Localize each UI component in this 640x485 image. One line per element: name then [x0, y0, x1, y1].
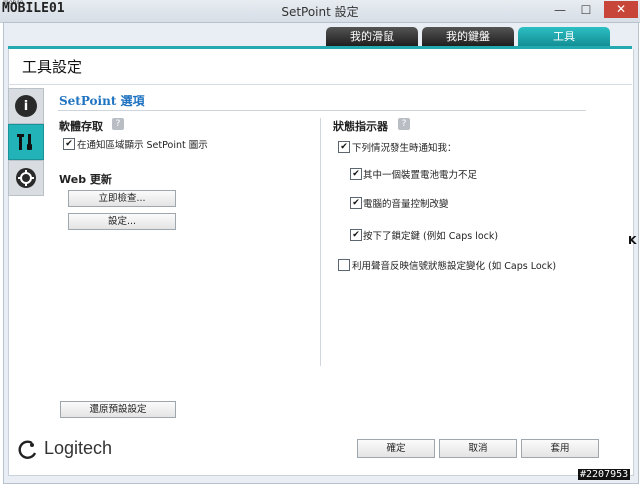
tools-icon: [17, 134, 32, 150]
logitech-logo-icon: [18, 440, 37, 459]
cancel-button[interactable]: 取消: [439, 439, 517, 458]
watermark-id: #2207953: [578, 469, 631, 480]
tab-my-mouse[interactable]: 我的滑鼠: [326, 27, 418, 46]
show-tray-icon-checkbox[interactable]: ✔: [63, 138, 75, 150]
section-title: SetPoint 選項: [59, 94, 145, 108]
ok-button[interactable]: 確定: [357, 439, 435, 458]
maximize-button[interactable]: ☐: [574, 2, 598, 18]
lock-key-checkbox[interactable]: ✔: [350, 229, 362, 241]
apply-button[interactable]: 套用: [521, 439, 599, 458]
help-icon[interactable]: ?: [112, 118, 124, 130]
page-title: 工具設定: [22, 58, 83, 76]
web-update-label: Web 更新: [59, 173, 112, 186]
side-tab-tools[interactable]: [8, 124, 44, 160]
column-divider: [320, 118, 321, 366]
battery-low-label: 其中一個裝置電池電力不足: [363, 170, 478, 181]
brand-logo: Logitech: [44, 438, 113, 458]
check-now-button[interactable]: 立即檢查...: [68, 190, 176, 207]
volume-change-checkbox[interactable]: ✔: [350, 197, 362, 209]
restore-defaults-button[interactable]: 還原預設設定: [60, 401, 176, 418]
battery-low-checkbox[interactable]: ✔: [350, 168, 362, 180]
section-divider: [58, 110, 586, 111]
tab-my-keyboard[interactable]: 我的鍵盤: [422, 27, 514, 46]
sound-feedback-label: 利用聲音反映信號狀態設定變化 (如 Caps Lock): [352, 261, 557, 272]
update-settings-button[interactable]: 設定...: [68, 213, 176, 230]
tab-tools[interactable]: 工具: [518, 27, 610, 46]
window-title: SetPoint 設定: [281, 5, 359, 19]
close-button[interactable]: ✕: [604, 1, 638, 18]
side-tab-info[interactable]: i: [8, 88, 44, 124]
sound-feedback-checkbox[interactable]: [338, 259, 350, 271]
notify-me-label: 下列情況發生時通知我：: [352, 143, 457, 154]
edge-fragment: K: [628, 234, 637, 247]
header-divider: [8, 84, 632, 85]
help-icon[interactable]: ?: [398, 118, 410, 130]
lock-key-label: 按下了鎖定鍵 (例如 Caps lock): [363, 231, 499, 242]
info-icon: i: [15, 95, 37, 117]
notify-me-checkbox[interactable]: ✔: [338, 141, 350, 153]
software-access-label: 軟體存取: [59, 120, 103, 133]
status-indicator-label: 狀態指示器: [333, 120, 388, 133]
gear-icon: [16, 168, 36, 188]
minimize-button[interactable]: —: [548, 2, 572, 18]
volume-change-label: 電腦的音量控制改變: [363, 199, 449, 210]
side-tab-settings[interactable]: [8, 160, 44, 196]
show-tray-icon-label: 在通知區域顯示 SetPoint 圖示: [77, 140, 208, 151]
